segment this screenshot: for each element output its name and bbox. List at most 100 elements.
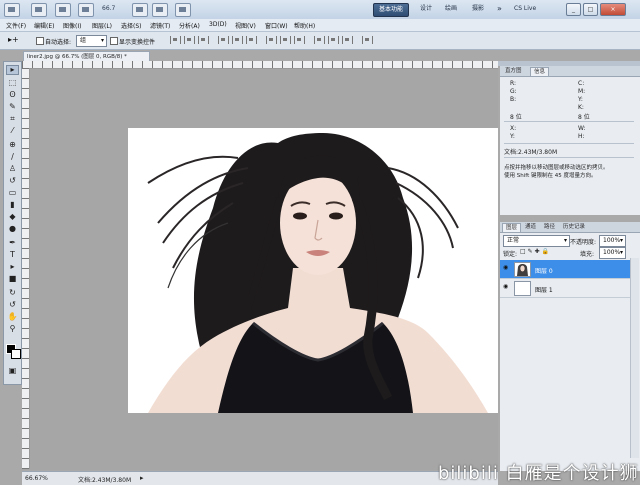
menu-edit[interactable]: 编辑(E) — [34, 21, 54, 30]
image-canvas[interactable] — [128, 128, 498, 413]
info-hint-line-1: 点按并拖移以移动图层或移动选区的拷贝。 — [504, 165, 609, 171]
layer-row-1[interactable]: ◉ 图层 1 — [500, 279, 630, 298]
status-menu-arrow-icon[interactable]: ▸ — [140, 474, 144, 482]
distribute-left-icon[interactable] — [314, 36, 325, 44]
background-color-swatch[interactable] — [11, 349, 21, 359]
tab-history[interactable]: 历史记录 — [560, 223, 588, 231]
menu-view[interactable]: 视图(V) — [235, 21, 256, 30]
tab-info[interactable]: 信息 — [530, 67, 550, 76]
layer-name[interactable]: 图层 1 — [535, 285, 553, 294]
visibility-eye-icon[interactable]: ◉ — [503, 265, 509, 271]
align-bottom-icon[interactable] — [198, 36, 209, 44]
lock-icons[interactable]: □ ✎ ✚ 🔒 — [520, 248, 549, 255]
align-top-icon[interactable] — [170, 36, 181, 44]
quick-mask-icon[interactable]: ▣ — [6, 366, 19, 376]
menu-window[interactable]: 窗口(W) — [265, 21, 288, 30]
lasso-tool-icon[interactable]: ʘ — [6, 90, 19, 100]
info-k-label: K: — [578, 104, 584, 111]
watermark-text: bilibili 白雁是个设计狮 — [438, 463, 639, 484]
zoom-level-dropdown[interactable]: 66.7 — [102, 5, 115, 12]
layer-row-0[interactable]: ◉ 图层 0 — [500, 260, 630, 279]
info-r-label: R: — [510, 80, 517, 87]
tab-layers[interactable]: 图层 — [502, 223, 522, 232]
distribute-right-icon[interactable] — [342, 36, 353, 44]
align-right-icon[interactable] — [246, 36, 257, 44]
workspace-more-icon[interactable]: » — [492, 3, 507, 15]
menu-help[interactable]: 帮助(H) — [294, 21, 315, 30]
layers-scrollbar[interactable] — [630, 258, 639, 458]
3d-rotate-tool-icon[interactable]: ↻ — [6, 288, 19, 298]
menu-analysis[interactable]: 分析(A) — [179, 21, 200, 30]
shape-tool-icon[interactable]: ■ — [6, 274, 19, 284]
cs-live-button[interactable]: CS Live — [509, 3, 541, 15]
blend-mode-dropdown[interactable]: 正常 — [503, 235, 570, 247]
horizontal-ruler[interactable] — [22, 61, 498, 69]
healing-brush-tool-icon[interactable]: ⊕ — [6, 140, 19, 150]
mini-bridge-icon[interactable] — [55, 3, 71, 17]
opacity-label: 不透明度: — [570, 239, 597, 246]
close-button[interactable]: × — [600, 3, 626, 16]
auto-select-label: 自动选择: — [45, 39, 72, 46]
auto-align-icon[interactable] — [362, 36, 373, 44]
fill-input[interactable]: 100% — [599, 247, 626, 259]
bridge-icon[interactable] — [31, 3, 47, 17]
crop-tool-icon[interactable]: ⌗ — [6, 114, 19, 124]
align-hcenter-icon[interactable] — [232, 36, 243, 44]
blur-tool-icon[interactable]: ◆ — [6, 212, 19, 222]
layer-name[interactable]: 图层 0 — [535, 266, 553, 275]
history-brush-tool-icon[interactable]: ↺ — [6, 176, 19, 186]
info-g-label: G: — [510, 88, 517, 95]
quick-select-tool-icon[interactable]: ✎ — [6, 102, 19, 112]
menu-select[interactable]: 选择(S) — [121, 21, 142, 30]
marquee-tool-icon[interactable]: ⬚ — [6, 78, 19, 88]
path-selection-tool-icon[interactable]: ▸ — [6, 262, 19, 272]
clone-stamp-tool-icon[interactable]: ♙ — [6, 164, 19, 174]
move-tool-icon[interactable]: ▸ — [6, 65, 19, 75]
auto-select-dropdown[interactable]: 组 — [76, 35, 107, 47]
minimize-button[interactable]: _ — [566, 3, 581, 16]
workspace-design-button[interactable]: 设计 — [415, 3, 437, 15]
visibility-eye-icon[interactable]: ◉ — [503, 284, 509, 290]
workspace-painting-button[interactable]: 绘画 — [440, 3, 462, 15]
tab-histogram[interactable]: 直方图 — [502, 67, 525, 75]
distribute-vcenter-icon[interactable] — [280, 36, 291, 44]
view-extras-icon[interactable] — [78, 3, 94, 17]
align-left-icon[interactable] — [218, 36, 229, 44]
distribute-hcenter-icon[interactable] — [328, 36, 339, 44]
info-x-label: X: — [510, 125, 517, 132]
align-vcenter-icon[interactable] — [184, 36, 195, 44]
status-zoom-field[interactable]: 66.67% — [25, 475, 48, 482]
dodge-tool-icon[interactable]: ● — [6, 224, 19, 234]
eyedropper-tool-icon[interactable]: ⁄ — [6, 126, 19, 136]
maximize-button[interactable]: □ — [583, 3, 598, 16]
menu-filter[interactable]: 滤镜(T) — [150, 21, 170, 30]
show-transform-checkbox[interactable] — [110, 37, 118, 45]
distribute-top-icon[interactable] — [266, 36, 277, 44]
screen-mode-icon[interactable] — [175, 3, 191, 17]
vertical-ruler[interactable] — [22, 68, 30, 469]
workspace-photography-button[interactable]: 摄影 — [467, 3, 489, 15]
tab-channels[interactable]: 通道 — [522, 223, 539, 231]
tab-paths[interactable]: 路径 — [541, 223, 558, 231]
info-divider — [504, 121, 634, 122]
3d-orbit-tool-icon[interactable]: ↺ — [6, 300, 19, 310]
eraser-tool-icon[interactable]: ▭ — [6, 188, 19, 198]
fill-label: 填充: — [580, 251, 595, 258]
hand-tool-icon[interactable] — [132, 3, 148, 17]
hand-tool-icon-toolbox[interactable]: ✋ — [6, 312, 19, 322]
zoom-tool-icon[interactable]: ⚲ — [6, 324, 19, 334]
type-tool-icon[interactable]: T — [6, 250, 19, 260]
opacity-input[interactable]: 100% — [599, 235, 626, 247]
workspace-essentials-button[interactable]: 基本功能 — [373, 3, 410, 17]
brush-tool-icon[interactable]: ∕ — [6, 152, 19, 162]
menu-3d[interactable]: 3D(D) — [209, 21, 227, 28]
move-tool-preset-icon[interactable]: ▸+ — [8, 35, 19, 44]
gradient-tool-icon[interactable]: ▮ — [6, 200, 19, 210]
pen-tool-icon[interactable]: ✒ — [6, 238, 19, 248]
menu-layer[interactable]: 图层(L) — [92, 21, 112, 30]
arrange-documents-icon[interactable] — [152, 3, 168, 17]
auto-select-checkbox[interactable] — [36, 37, 44, 45]
menu-image[interactable]: 图像(I) — [63, 21, 81, 30]
menu-file[interactable]: 文件(F) — [6, 21, 26, 30]
distribute-bottom-icon[interactable] — [294, 36, 305, 44]
